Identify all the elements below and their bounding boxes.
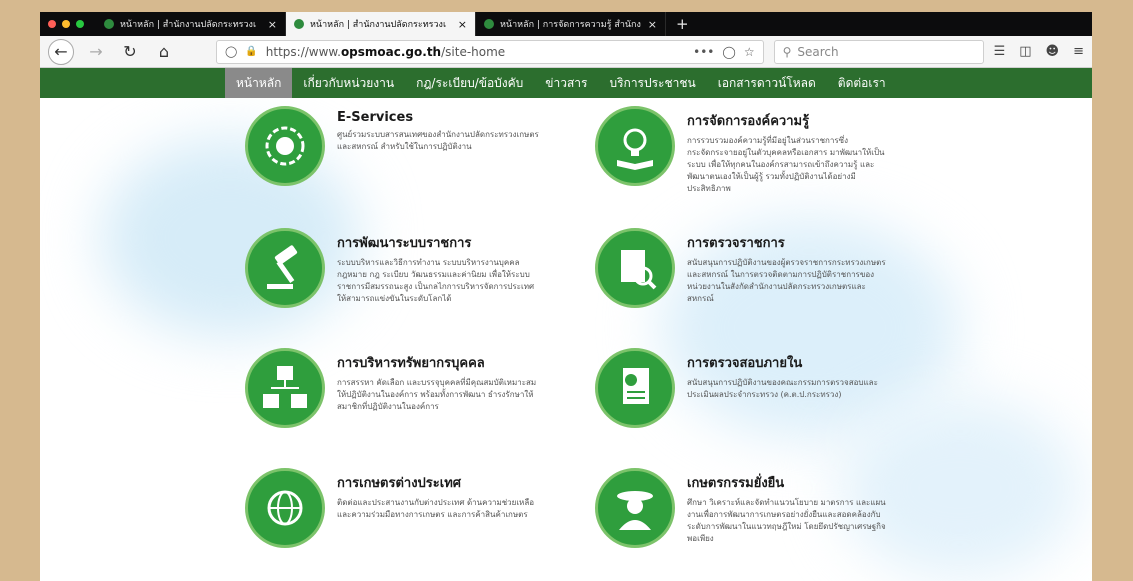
service-title[interactable]: การบริหารทรัพยากรบุคคล <box>337 352 542 373</box>
service-card[interactable]: การเกษตรต่างประเทศ ติดต่อและประสานงานกับ… <box>245 468 545 548</box>
nav-home[interactable]: หน้าหลัก <box>225 68 293 98</box>
site-favicon-icon <box>294 19 304 29</box>
home-button[interactable]: ⌂ <box>152 40 176 64</box>
tab-label: หน้าหลัก | สำนักงานปลัดกระทรวงเ <box>120 20 257 30</box>
service-title[interactable]: การเกษตรต่างประเทศ <box>337 472 542 493</box>
service-description: ติดต่อและประสานงานกับต่างประเทศ ด้านความ… <box>337 498 535 519</box>
service-description: ศึกษา วิเคราะห์และจัดทำแนวนโยบาย มาตรการ… <box>687 498 886 543</box>
service-card[interactable]: E-Services ศูนย์รวมระบบสารสนเทศของสำนักง… <box>245 106 545 186</box>
close-window-button[interactable] <box>48 20 56 28</box>
tab-label: หน้าหลัก | การจัดการความรู้ สำนักง <box>500 20 641 30</box>
nav-public-services[interactable]: บริการประชาชน <box>598 68 706 98</box>
service-card[interactable]: การจัดการองค์ความรู้ การรวบรวมองค์ความรู… <box>595 106 895 195</box>
reload-button[interactable]: ↻ <box>118 40 142 64</box>
sidebar-icon[interactable]: ◫ <box>1019 44 1031 59</box>
tab-close-icon[interactable]: × <box>648 18 657 31</box>
service-title[interactable]: การจัดการองค์ความรู้ <box>687 110 892 131</box>
url-bar[interactable]: ◯ 🔒 https://www.opsmoac.go.th/site-home … <box>216 39 764 64</box>
audit-report-icon[interactable] <box>595 348 675 428</box>
browser-tab[interactable]: หน้าหลัก | การจัดการความรู้ สำนักง × <box>476 12 666 36</box>
site-nav: หน้าหลัก เกี่ยวกับหน่วยงาน กฎ/ระเบียบ/ข้… <box>40 68 1092 98</box>
service-description: สนับสนุนการปฏิบัติงานของคณะกรรมการตรวจสอ… <box>687 378 878 399</box>
site-favicon-icon <box>484 19 494 29</box>
nav-news[interactable]: ข่าวสาร <box>534 68 598 98</box>
account-icon[interactable]: ☻ <box>1046 44 1060 59</box>
search-input[interactable]: Search <box>797 45 838 59</box>
service-title[interactable]: การตรวจสอบภายใน <box>687 352 892 373</box>
farmer-icon[interactable] <box>595 468 675 548</box>
service-title[interactable]: การพัฒนาระบบราชการ <box>337 232 542 253</box>
maximize-window-button[interactable] <box>76 20 84 28</box>
url-text[interactable]: https://www.opsmoac.go.th/site-home <box>266 45 685 59</box>
service-description: การรวบรวมองค์ความรู้ที่มีอยู่ในส่วนราชกา… <box>687 136 885 193</box>
service-card[interactable]: เกษตรกรรมยั่งยืน ศึกษา วิเคราะห์และจัดทำ… <box>595 468 895 548</box>
library-icon[interactable]: ☰ <box>994 44 1006 59</box>
nav-regulations[interactable]: กฎ/ระเบียบ/ข้อบังคับ <box>405 68 534 98</box>
e-services-icon[interactable] <box>245 106 325 186</box>
service-title[interactable]: E-Services <box>337 110 542 125</box>
page-actions-menu-icon[interactable]: ••• <box>693 45 714 59</box>
search-icon: ⚲ <box>782 44 792 59</box>
service-description: ศูนย์รวมระบบสารสนเทศของสำนักงานปลัดกระทร… <box>337 130 539 151</box>
tab-bar: หน้าหลัก | สำนักงานปลัดกระทรวงเ × หน้าหล… <box>40 12 1092 36</box>
search-box[interactable]: ⚲ Search <box>773 39 984 64</box>
minimize-window-button[interactable] <box>62 20 70 28</box>
nav-about[interactable]: เกี่ยวกับหน่วยงาน <box>292 68 405 98</box>
service-card[interactable]: การพัฒนาระบบราชการ ระบบบริหารและวิธีการท… <box>245 228 545 308</box>
new-tab-button[interactable]: + <box>666 15 699 33</box>
lock-icon[interactable]: 🔒 <box>245 46 257 57</box>
tab-close-icon[interactable]: × <box>458 18 467 31</box>
service-description: การสรรหา คัดเลือก และบรรจุบุคคลที่มีคุณส… <box>337 378 537 411</box>
forward-button[interactable]: → <box>84 40 108 64</box>
nav-contact[interactable]: ติดต่อเรา <box>827 68 897 98</box>
browser-tab[interactable]: หน้าหลัก | สำนักงานปลัดกระทรวงเ × <box>96 12 286 36</box>
browser-tab-active[interactable]: หน้าหลัก | สำนักงานปลัดกระทรวงเ × <box>286 12 476 36</box>
bookmark-star-icon[interactable]: ☆ <box>744 45 755 59</box>
globe-plane-icon[interactable] <box>245 468 325 548</box>
people-network-icon[interactable] <box>245 348 325 428</box>
gavel-icon[interactable] <box>245 228 325 308</box>
service-title[interactable]: การตรวจราชการ <box>687 232 892 253</box>
service-card[interactable]: การบริหารทรัพยากรบุคคล การสรรหา คัดเลือก… <box>245 348 545 428</box>
menu-icon[interactable]: ≡ <box>1073 44 1084 59</box>
service-description: สนับสนุนการปฏิบัติงานของผู้ตรวจราชการกระ… <box>687 258 886 303</box>
services-section: E-Services ศูนย์รวมระบบสารสนเทศของสำนักง… <box>40 98 1092 581</box>
service-card[interactable]: การตรวจราชการ สนับสนุนการปฏิบัติงานของผู… <box>595 228 895 308</box>
window-controls <box>48 20 84 28</box>
site-favicon-icon <box>104 19 114 29</box>
lightbulb-book-icon[interactable] <box>595 106 675 186</box>
service-title[interactable]: เกษตรกรรมยั่งยืน <box>687 472 892 493</box>
nav-downloads[interactable]: เอกสารดาวน์โหลด <box>707 68 827 98</box>
shield-icon[interactable]: ◯ <box>225 45 237 58</box>
back-button[interactable]: ← <box>48 38 74 65</box>
tab-label: หน้าหลัก | สำนักงานปลัดกระทรวงเ <box>310 20 447 30</box>
pocket-icon[interactable]: ◯ <box>722 45 735 59</box>
service-description: ระบบบริหารและวิธีการทำงาน ระบบบริหารงานบ… <box>337 258 535 303</box>
service-card[interactable]: การตรวจสอบภายใน สนับสนุนการปฏิบัติงานของ… <box>595 348 895 428</box>
tab-close-icon[interactable]: × <box>268 18 277 31</box>
browser-window: หน้าหลัก | สำนักงานปลัดกระทรวงเ × หน้าหล… <box>40 12 1092 581</box>
document-search-icon[interactable] <box>595 228 675 308</box>
browser-toolbar: ← → ↻ ⌂ ◯ 🔒 https://www.opsmoac.go.th/si… <box>40 36 1092 68</box>
